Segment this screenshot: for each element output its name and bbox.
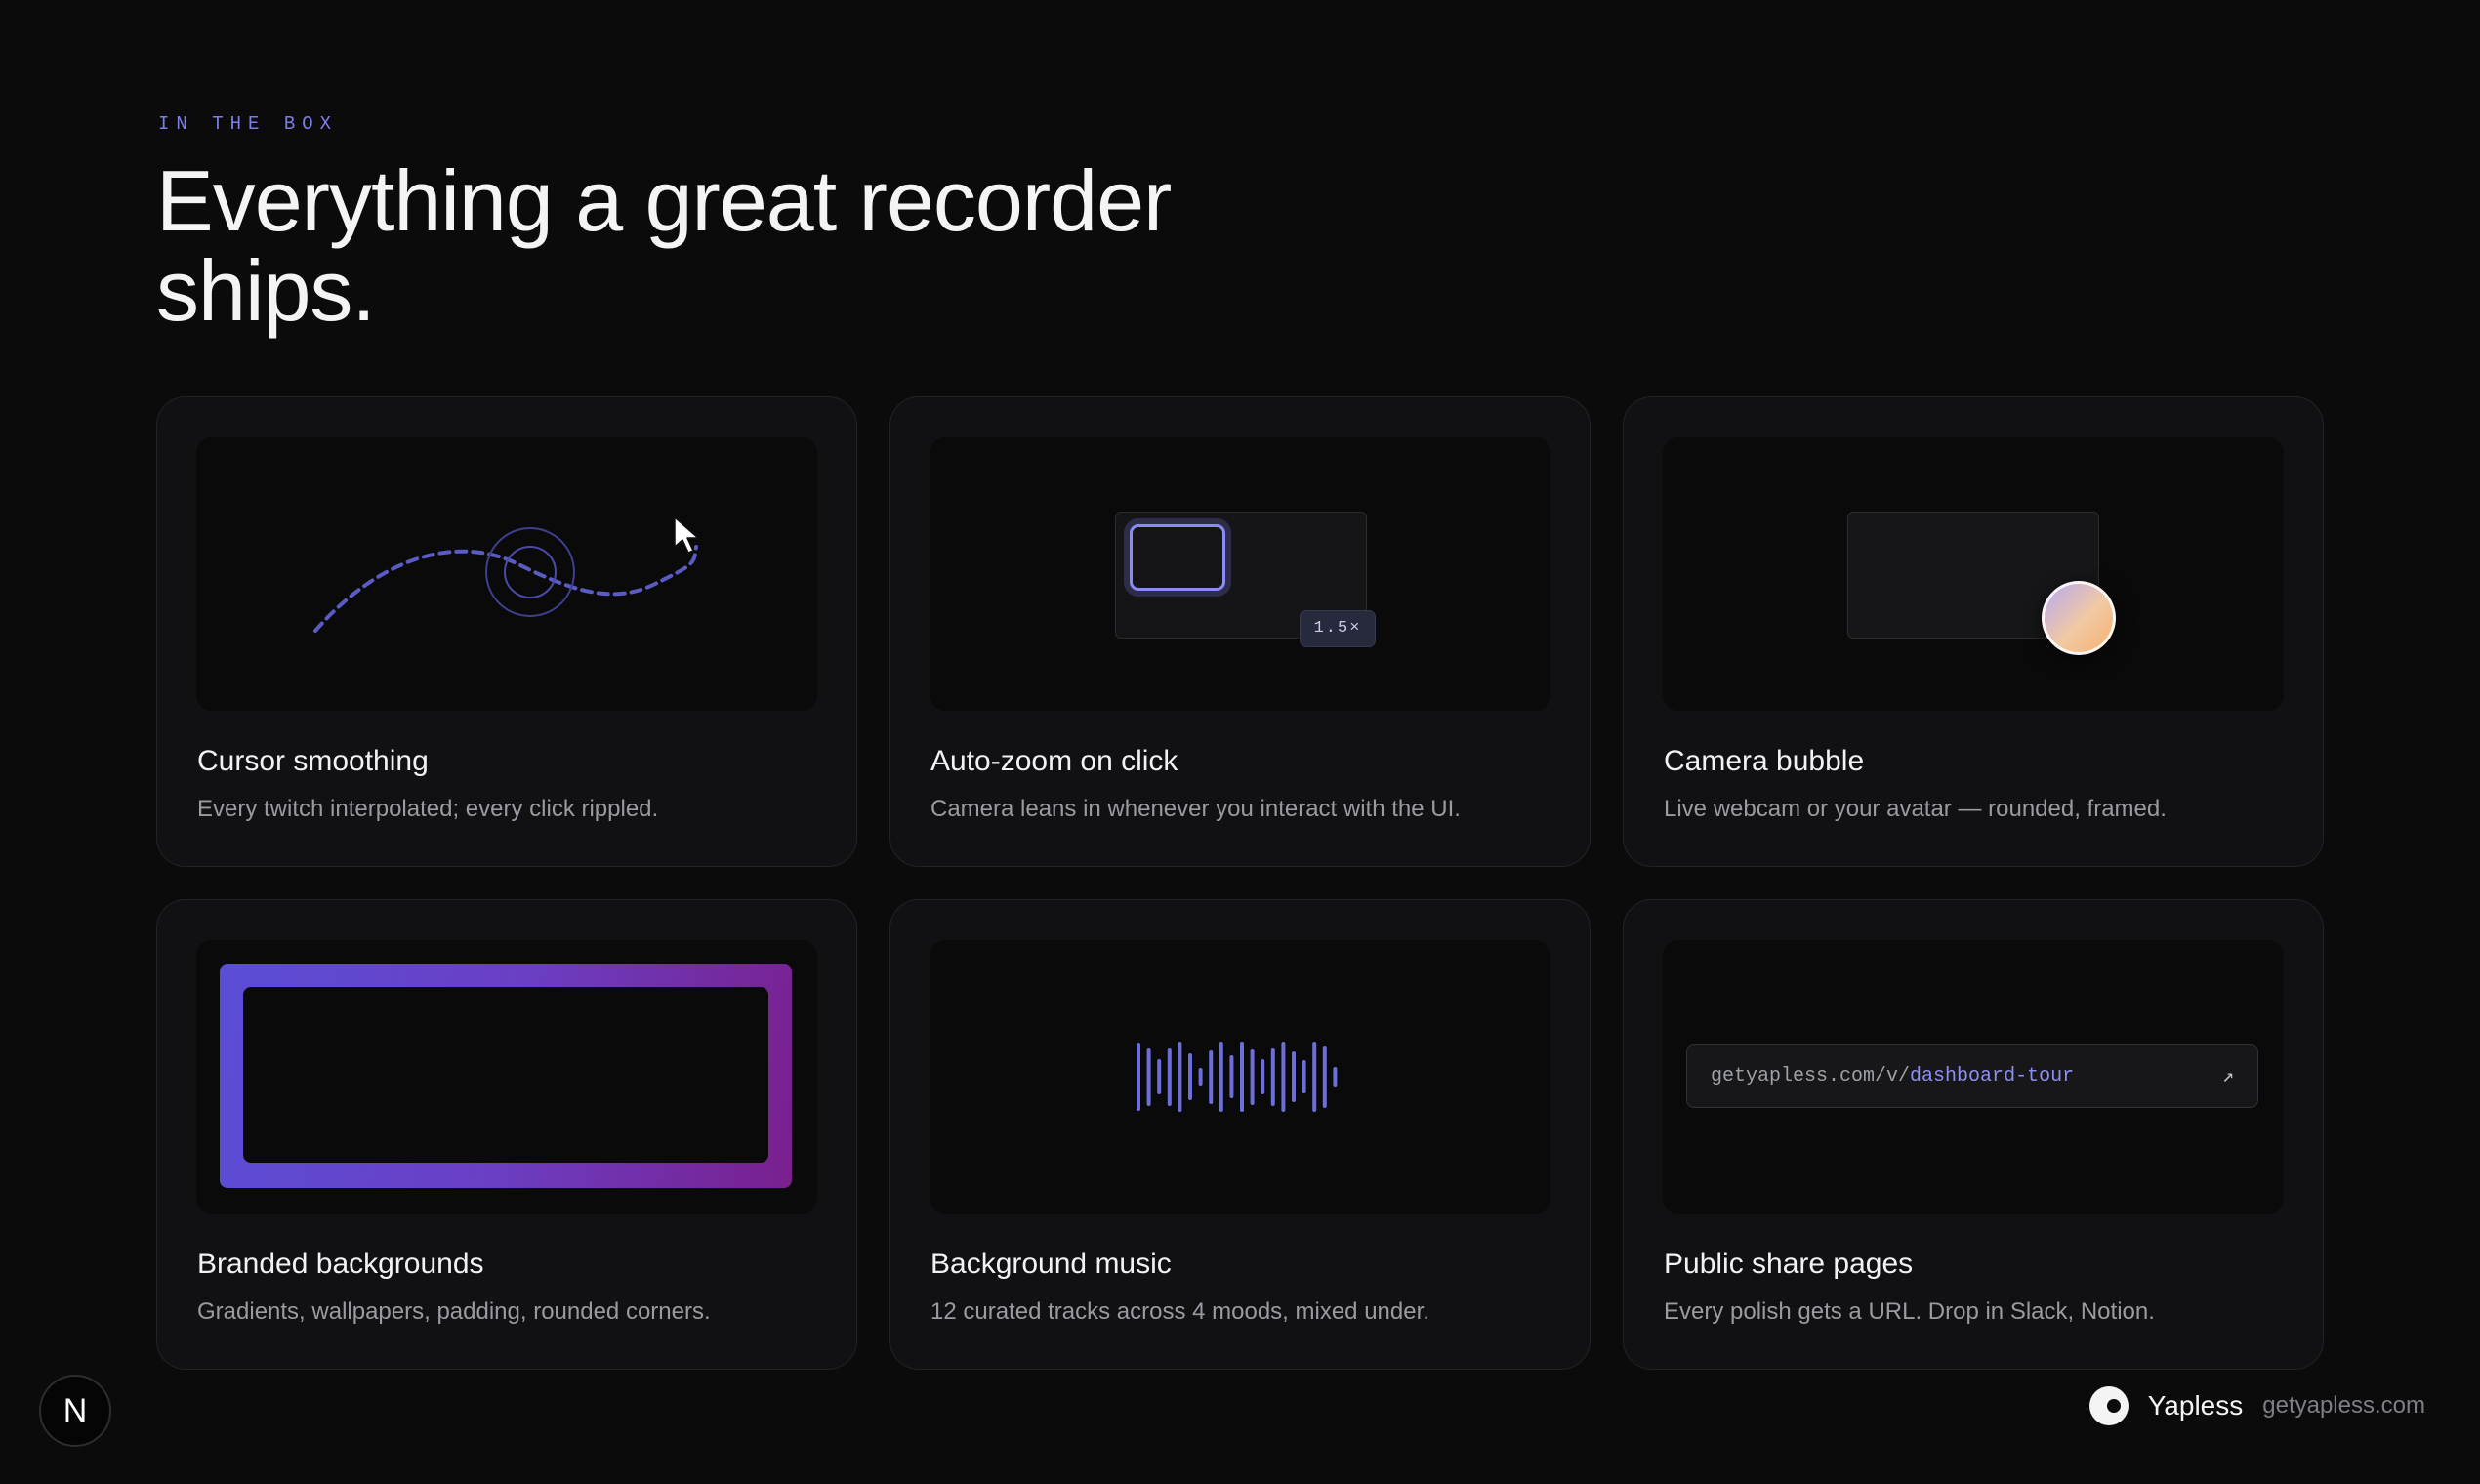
share-url-prefix: getyapless.com/v/	[1711, 1064, 1911, 1088]
auto-zoom-preview: 1.5×	[930, 437, 1550, 711]
cursor-smoothing-preview	[196, 437, 817, 711]
background-music-preview	[930, 940, 1550, 1214]
waveform-bar	[1240, 1042, 1244, 1112]
feature-card-cursor-smoothing: Cursor smoothing Every twitch interpolat…	[156, 396, 857, 867]
gradient-background	[220, 964, 792, 1188]
n-badge-button[interactable]: N	[39, 1375, 111, 1447]
cursor-path-illustration	[313, 516, 699, 633]
card-title: Public share pages	[1664, 1248, 1914, 1280]
camera-bubble-avatar	[2042, 581, 2116, 655]
feature-grid: Cursor smoothing Every twitch interpolat…	[156, 396, 2324, 1370]
page-headline: Everything a great recorder ships.	[156, 156, 1523, 336]
card-description: Live webcam or your avatar — rounded, fr…	[1664, 796, 2167, 822]
yapless-logo-icon	[2088, 1386, 2129, 1425]
waveform-bar	[1270, 1048, 1275, 1106]
zoom-level-badge: 1.5×	[1300, 610, 1376, 647]
waveform-bar	[1302, 1060, 1306, 1093]
external-link-icon[interactable]: ↗	[2222, 1063, 2234, 1089]
card-description: Every polish gets a URL. Drop in Slack, …	[1664, 1298, 2155, 1325]
click-ripple-outer	[485, 527, 575, 617]
waveform-bar	[1198, 1068, 1203, 1086]
feature-card-public-share: getyapless.com/v/dashboard-tour ↗ Public…	[1623, 899, 2324, 1370]
waveform-bar	[1167, 1048, 1172, 1106]
waveform-bar	[1292, 1051, 1296, 1102]
card-description: Every twitch interpolated; every click r…	[197, 796, 659, 822]
camera-bubble-preview	[1663, 437, 2284, 711]
waveform-bar	[1312, 1042, 1317, 1112]
waveform-bar	[1188, 1053, 1192, 1100]
cursor-trail	[313, 545, 698, 633]
feature-card-camera-bubble: Camera bubble Live webcam or your avatar…	[1623, 396, 2324, 867]
waveform-bar	[1250, 1049, 1255, 1105]
waveform-bar	[1209, 1050, 1214, 1104]
share-url: getyapless.com/v/dashboard-tour	[1711, 1065, 2074, 1088]
card-title: Background music	[930, 1248, 1172, 1280]
footer-brand[interactable]: Yapless getyapless.com	[2088, 1386, 2425, 1425]
zoom-focus-box	[1130, 524, 1225, 591]
brand-name: Yapless	[2147, 1390, 2244, 1421]
brand-url[interactable]: getyapless.com	[2262, 1392, 2425, 1420]
click-ripple-inner	[504, 546, 557, 598]
waveform-bar	[1281, 1042, 1286, 1112]
card-title: Auto-zoom on click	[930, 745, 1178, 777]
waveform-bar	[1322, 1046, 1327, 1108]
headline-line-2: ships.	[156, 242, 376, 339]
headline-line-1: Everything a great recorder	[156, 152, 1172, 249]
waveform-bar	[1261, 1059, 1265, 1094]
public-share-preview: getyapless.com/v/dashboard-tour ↗	[1663, 940, 2284, 1214]
waveform-bar	[1229, 1055, 1234, 1098]
waveform-bar	[1333, 1067, 1338, 1087]
feature-card-branded-backgrounds: Branded backgrounds Gradients, wallpaper…	[156, 899, 857, 1370]
card-description: 12 curated tracks across 4 moods, mixed …	[930, 1298, 1429, 1325]
inner-screen	[243, 987, 768, 1163]
waveform-bar	[1157, 1059, 1162, 1094]
card-description: Gradients, wallpapers, padding, rounded …	[197, 1298, 711, 1325]
zoom-screen-frame: 1.5×	[1115, 512, 1376, 647]
feature-card-background-music: Background music 12 curated tracks acros…	[889, 899, 1591, 1370]
branded-background-preview	[196, 940, 817, 1214]
share-url-bar[interactable]: getyapless.com/v/dashboard-tour ↗	[1686, 1044, 2258, 1108]
card-title: Cursor smoothing	[197, 745, 429, 777]
waveform-bar	[1137, 1043, 1140, 1111]
card-description: Camera leans in whenever you interact wi…	[930, 796, 1461, 822]
waveform-bar	[1219, 1042, 1223, 1112]
share-url-slug: dashboard-tour	[1910, 1064, 2075, 1088]
waveform-bar	[1146, 1048, 1151, 1106]
card-title: Branded backgrounds	[197, 1248, 484, 1280]
waveform-bar	[1178, 1042, 1182, 1112]
section-eyebrow: IN THE BOX	[158, 113, 339, 135]
audio-waveform-icon	[1137, 1042, 1338, 1112]
card-title: Camera bubble	[1664, 745, 1865, 777]
feature-card-auto-zoom: 1.5× Auto-zoom on click Camera leans in …	[889, 396, 1591, 867]
